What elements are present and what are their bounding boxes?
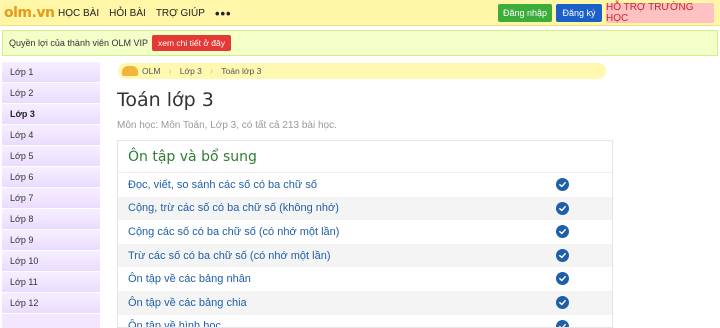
breadcrumb-olm[interactable]: OLM xyxy=(142,66,160,76)
lesson-title: Ôn tập về hình học xyxy=(128,320,221,328)
lesson-item[interactable]: Ôn tập về hình học xyxy=(118,315,612,328)
sidebar-item-grade[interactable]: Lớp 3 xyxy=(2,104,100,125)
lesson-item[interactable]: Cộng các số có ba chữ số (có nhớ một lần… xyxy=(118,220,612,244)
vip-text: Quyền lợi của thành viên OLM VIP xyxy=(9,38,148,48)
sidebar-item-grade[interactable]: Lớp 1 xyxy=(2,62,100,83)
sidebar-item-grade[interactable]: Lớp 8 xyxy=(2,209,100,230)
main-nav: HỌC BÀI HỎI BÀI TRỢ GIÚP ••• xyxy=(58,0,232,26)
check-circle-icon xyxy=(556,178,569,191)
top-navbar: olm.vn HỌC BÀI HỎI BÀI TRỢ GIÚP ••• Đăng… xyxy=(0,0,720,26)
check-circle-icon xyxy=(556,319,569,327)
chevron-right-icon: › xyxy=(209,65,214,77)
section-title: Ôn tập và bổ sung xyxy=(118,141,612,173)
check-circle-icon xyxy=(556,295,569,309)
check-circle-icon xyxy=(556,248,569,262)
lesson-title: Ôn tập về các bảng nhân xyxy=(128,273,251,286)
nav-hoi-bai[interactable]: HỎI BÀI xyxy=(109,8,146,19)
grade-sidebar: Lớp 1 Lớp 2 Lớp 3 Lớp 4 Lớp 5 Lớp 6 Lớp 7 Lớp 8… xyxy=(2,62,100,328)
sidebar-item-grade[interactable]: Lớp 4 xyxy=(2,125,100,146)
nav-hoc-bai[interactable]: HỌC BÀI xyxy=(58,8,99,19)
more-menu-icon[interactable]: ••• xyxy=(215,6,232,21)
lesson-title: Đọc, viết, so sánh các số có ba chữ số xyxy=(128,178,317,191)
register-button[interactable]: Đăng ký xyxy=(556,4,602,22)
page-title: Toán lớp 3 xyxy=(117,89,214,111)
check-circle-icon xyxy=(556,272,569,286)
lesson-title: Cộng các số có ba chữ số (có nhớ một lần… xyxy=(128,225,340,238)
nav-tro-giup[interactable]: TRỢ GIÚP xyxy=(156,8,205,19)
lesson-item[interactable]: Đọc, viết, so sánh các số có ba chữ số xyxy=(118,173,612,197)
breadcrumb-subject[interactable]: Toán lớp 3 xyxy=(221,66,261,76)
lesson-title: Trừ các số có ba chữ số (có nhớ một lần) xyxy=(128,249,331,262)
check-circle-icon xyxy=(556,201,569,215)
olm-logo[interactable]: olm.vn xyxy=(4,3,55,23)
page-subtitle: Môn học: Môn Toán, Lớp 3, có tất cả 213 … xyxy=(117,120,337,131)
sidebar-item-grade[interactable]: Lớp 12 xyxy=(2,293,100,314)
lesson-section: Ôn tập và bổ sung Đọc, viết, so sánh các… xyxy=(117,140,613,328)
lesson-title: Cộng, trừ các số có ba chữ số (không nhớ… xyxy=(128,202,339,215)
sidebar-item-grade[interactable]: Lớp 5 xyxy=(2,146,100,167)
vip-details-button[interactable]: xem chi tiết ở đây xyxy=(151,35,231,51)
school-support-button[interactable]: HỖ TRỢ TRƯỜNG HỌC xyxy=(606,2,714,24)
sidebar-item-grade[interactable]: Lớp 7 xyxy=(2,188,100,209)
chevron-right-icon: › xyxy=(168,65,172,77)
lesson-title: Ôn tập về các bảng chia xyxy=(128,296,247,309)
sidebar-item-grade[interactable]: Lớp 2 xyxy=(2,83,100,104)
logo-text: olm.vn xyxy=(4,5,55,21)
sidebar-item-grade[interactable]: Lớp 10 xyxy=(2,251,100,272)
olm-home-icon[interactable] xyxy=(122,66,138,76)
login-button[interactable]: Đăng nhập xyxy=(498,4,552,22)
vip-banner: Quyền lợi của thành viên OLM VIP xem chi… xyxy=(2,30,718,56)
lesson-item[interactable]: Ôn tập về các bảng nhân xyxy=(118,267,612,291)
check-circle-icon xyxy=(556,225,569,239)
lesson-list: Đọc, viết, so sánh các số có ba chữ số Cộ… xyxy=(118,173,612,328)
sidebar-item-grade[interactable]: Lớp 9 xyxy=(2,230,100,251)
lesson-item[interactable]: Ôn tập về các bảng chia xyxy=(118,290,612,315)
breadcrumb: OLM › Lớp 3 › Toán lớp 3 xyxy=(118,63,606,79)
lesson-item[interactable]: Cộng, trừ các số có ba chữ số (không nhớ… xyxy=(118,196,612,221)
sidebar-item-grade[interactable]: Lớp 11 xyxy=(2,272,100,293)
sidebar-item-grade[interactable]: Lớp 6 xyxy=(2,167,100,188)
lesson-item[interactable]: Trừ các số có ba chữ số (có nhớ một lần) xyxy=(118,243,612,268)
breadcrumb-grade[interactable]: Lớp 3 xyxy=(180,66,202,76)
